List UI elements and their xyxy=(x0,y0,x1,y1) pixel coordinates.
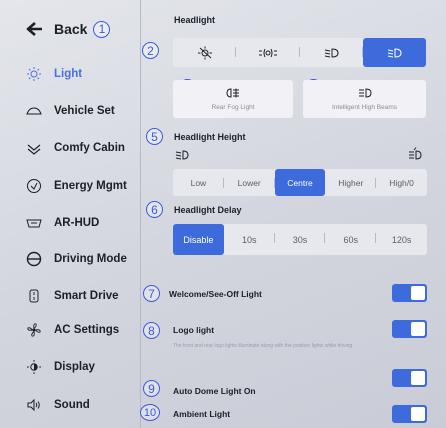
headlight-mode-off[interactable] xyxy=(173,38,237,67)
back-label: Back xyxy=(54,21,88,37)
sidebar-item-driving-mode[interactable]: Driving Mode xyxy=(26,251,127,267)
sidebar-item-label: Light xyxy=(54,68,83,80)
headlight-height-selector: Low Lower Centre Higher High/0 xyxy=(173,169,427,196)
height-option[interactable]: Low xyxy=(173,169,224,196)
hud-icon xyxy=(26,215,42,231)
delay-option-selected[interactable]: Disable xyxy=(173,224,224,255)
auto-dome-light-toggle[interactable] xyxy=(392,369,427,387)
auto-headlight-icon xyxy=(388,47,402,58)
sidebar-item-label: Display xyxy=(54,361,95,373)
parking-light-icon xyxy=(258,48,277,57)
delay-option[interactable]: 10s xyxy=(224,224,275,255)
sidebar-item-display[interactable]: Display xyxy=(26,359,95,375)
sidebar-item-light[interactable]: Light xyxy=(26,66,82,82)
height-option[interactable]: Higher xyxy=(325,169,377,196)
callout-marker: 1 xyxy=(93,20,111,38)
rear-fog-light-icon xyxy=(226,87,239,98)
car-icon xyxy=(26,103,42,119)
delay-option[interactable]: 60s xyxy=(325,224,377,255)
sidebar-item-label: Driving Mode xyxy=(54,253,127,265)
welcome-see-off-toggle[interactable] xyxy=(392,284,427,302)
sidebar-item-comfy-cabin[interactable]: Comfy Cabin xyxy=(26,140,125,156)
sidebar-item-label: Smart Drive xyxy=(54,290,119,302)
headlight-height-low-icon xyxy=(175,150,189,160)
steering-wheel-icon xyxy=(26,251,42,267)
callout-marker: 7 xyxy=(143,285,160,302)
headlight-mode-selector xyxy=(173,38,426,67)
high-beam-auto-icon xyxy=(358,87,372,98)
callout-marker: 5 xyxy=(146,128,163,145)
welcome-see-off-label: Welcome/See-Off Light xyxy=(169,289,262,299)
logo-light-label: Logo light xyxy=(173,325,215,335)
sidebar-item-label: AR-HUD xyxy=(54,217,100,229)
callout-marker: 8 xyxy=(143,322,160,339)
light-settings-panel: Headlight 2 3 Rear Fog Light 4 Intellige… xyxy=(140,0,446,428)
height-option[interactable]: Lower xyxy=(224,169,275,196)
logo-light-description: The front and rear logo lights illuminat… xyxy=(173,343,354,349)
sidebar-item-energy-mgmt[interactable]: Energy Mgmt xyxy=(26,178,127,194)
headlight-mode-low-beam[interactable] xyxy=(300,38,363,67)
rear-fog-light-button[interactable]: Rear Fog Light xyxy=(173,80,293,118)
headlight-mode-auto[interactable] xyxy=(362,38,426,67)
low-beam-icon xyxy=(325,47,339,58)
headlight-delay-title: Headlight Delay xyxy=(174,205,242,215)
energy-gauge-icon xyxy=(26,178,42,194)
headlight-height-high-icon xyxy=(409,147,422,160)
headlight-height-title: Headlight Height xyxy=(174,132,246,142)
ambient-light-label: Ambient Light xyxy=(173,409,231,419)
back-arrow-icon xyxy=(26,22,42,36)
rear-fog-light-label: Rear Fog Light xyxy=(211,103,255,111)
sidebar-item-ar-hud[interactable]: AR-HUD xyxy=(26,215,99,231)
seat-icon xyxy=(26,140,42,156)
sidebar-item-label: Vehicle Set xyxy=(54,105,115,117)
back-button[interactable]: Back 1 xyxy=(26,20,111,38)
sidebar-item-sound[interactable]: Sound xyxy=(26,397,90,413)
lane-icon xyxy=(26,288,42,304)
sidebar-item-ac-settings[interactable]: AC Settings xyxy=(26,322,119,338)
height-option-selected[interactable]: Centre xyxy=(274,169,326,196)
intelligent-high-beams-label: Intelligent High Beams xyxy=(331,103,398,111)
delay-option[interactable]: 120s xyxy=(376,224,427,255)
off-icon xyxy=(197,46,212,59)
callout-marker: 10 xyxy=(140,404,160,421)
callout-marker: 9 xyxy=(143,380,160,397)
delay-option[interactable]: 30s xyxy=(275,224,326,255)
callout-marker: 2 xyxy=(142,42,159,59)
intelligent-high-beams-button[interactable]: Intelligent High Beams xyxy=(303,80,426,118)
sidebar-item-label: Energy Mgmt xyxy=(54,180,127,192)
sidebar-item-label: AC Settings xyxy=(54,324,120,336)
sidebar: Back 1 Light Vehicle Set Comfy Cabin Ene… xyxy=(0,0,140,428)
callout-marker: 6 xyxy=(146,201,163,218)
sidebar-item-smart-drive[interactable]: Smart Drive xyxy=(26,288,119,304)
headlight-title: Headlight xyxy=(174,15,216,25)
height-option[interactable]: High/0 xyxy=(376,169,427,196)
speaker-icon xyxy=(26,397,42,413)
ambient-light-toggle[interactable] xyxy=(392,405,427,423)
sidebar-item-label: Sound xyxy=(54,399,90,411)
sidebar-item-vehicle-set[interactable]: Vehicle Set xyxy=(26,103,115,119)
logo-light-toggle[interactable] xyxy=(392,320,427,338)
fan-icon xyxy=(26,322,42,338)
brightness-icon xyxy=(26,359,42,375)
auto-dome-light-label: Auto Dome Light On xyxy=(173,386,256,396)
sidebar-item-label: Comfy Cabin xyxy=(54,142,125,154)
headlight-mode-parking[interactable] xyxy=(236,38,300,67)
sun-icon xyxy=(26,66,42,82)
headlight-delay-selector: Disable 10s 30s 60s 120s xyxy=(173,224,427,255)
